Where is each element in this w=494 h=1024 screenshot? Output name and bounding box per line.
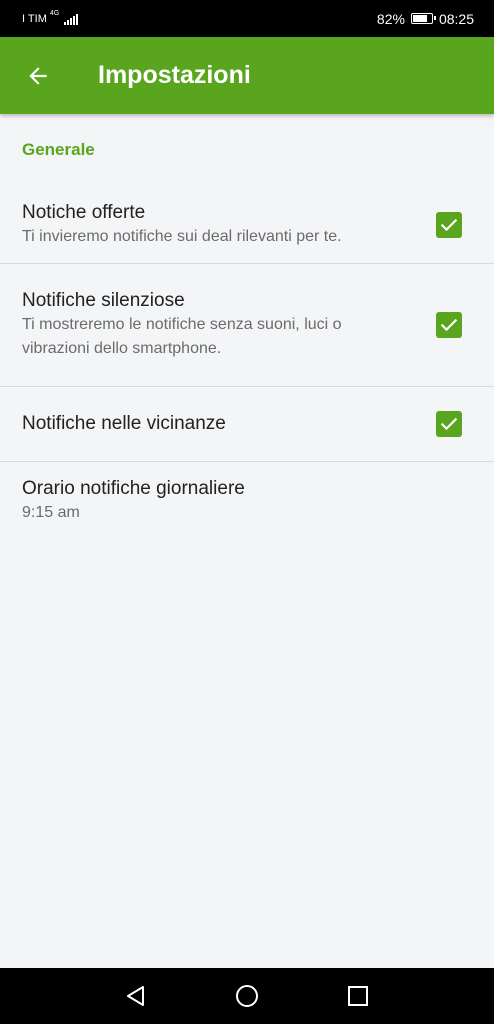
status-bar: I TIM 4G 82% 08:25 (0, 0, 494, 37)
pref-title: Orario notifiche giornaliere (22, 478, 245, 499)
pref-silent-notifications[interactable]: Notifiche silenziose Ti mostreremo le no… (0, 264, 494, 387)
nav-home-button[interactable] (227, 976, 267, 1016)
screen: I TIM 4G 82% 08:25 Impostazioni Generale… (0, 0, 494, 1024)
network-type: 4G (49, 10, 60, 17)
arrow-left-icon (29, 66, 47, 85)
nav-recents-button[interactable] (338, 976, 378, 1016)
pref-title: Notifiche nelle vicinanze (22, 413, 226, 434)
check-icon (440, 318, 458, 332)
checkbox-deal-notifications[interactable] (436, 212, 462, 238)
carrier-label: I TIM (22, 12, 47, 25)
status-right: 82% 08:25 (377, 11, 474, 27)
checkbox-silent-notifications[interactable] (436, 312, 462, 338)
clock: 08:25 (438, 10, 474, 27)
settings-list: Generale Notiche offerte Ti invieremo no… (0, 114, 494, 540)
system-nav-bar (0, 968, 494, 1024)
pref-daily-notification-time[interactable]: Orario notifiche giornaliere 9:15 am (0, 462, 494, 540)
status-left: I TIM 4G (22, 10, 79, 25)
app-bar: Impostazioni (0, 37, 494, 114)
check-icon (440, 218, 458, 232)
pref-summary: Ti mostreremo le notifiche senza suoni, … (22, 316, 342, 357)
battery-icon (410, 13, 436, 24)
pref-title: Notiche offerte (22, 202, 146, 223)
pref-nearby-notifications[interactable]: Notifiche nelle vicinanze (0, 387, 494, 462)
page-title: Impostazioni (98, 61, 251, 89)
section-header-generale: Generale (22, 140, 95, 159)
check-icon (440, 417, 458, 431)
checkbox-nearby-notifications[interactable] (436, 411, 462, 437)
back-button[interactable] (10, 48, 66, 104)
battery-fill (412, 15, 427, 22)
pref-summary: 9:15 am (22, 504, 80, 521)
pref-summary: Ti invieremo notifiche sui deal rilevant… (22, 228, 342, 245)
signal-icon (64, 13, 79, 25)
circle-home-icon (235, 985, 258, 1007)
pref-deal-notifications[interactable]: Notiche offerte Ti invieremo notifiche s… (0, 187, 494, 264)
triangle-back-icon (126, 986, 144, 1006)
battery-percentage: 82% (376, 10, 405, 27)
pref-title: Notifiche silenziose (22, 290, 185, 311)
nav-back-button[interactable] (116, 976, 156, 1016)
square-recents-icon (348, 986, 369, 1006)
